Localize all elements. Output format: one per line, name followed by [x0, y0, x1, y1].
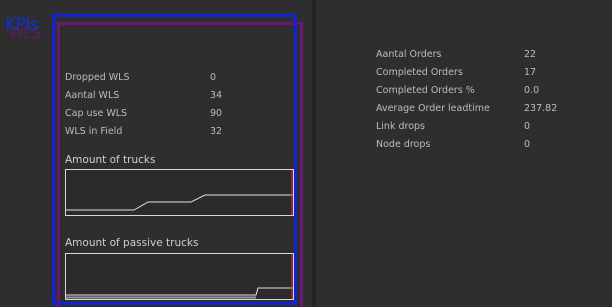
stat-label: Node drops	[376, 139, 431, 150]
kpi-panel	[316, 0, 612, 307]
stat-label: Aantal WLS	[65, 90, 120, 101]
stat-label: Completed Orders	[376, 67, 463, 78]
stat-label: Average Order leadtime	[376, 103, 490, 114]
stat-label: Aantal Orders	[376, 49, 442, 60]
amount-of-passive-trucks-plot	[66, 254, 293, 299]
stat-label: Dropped WLS	[65, 72, 130, 83]
stat-value: 22	[524, 49, 537, 60]
stat-value: 32	[210, 126, 223, 137]
stat-label: WLS in Field	[65, 126, 123, 137]
stat-value: 90	[210, 108, 223, 119]
chart-title-amount-of-passive-trucks: Amount of passive trucks	[65, 237, 199, 249]
stat-label: Completed Orders %	[376, 85, 475, 96]
trucks-series-line	[66, 194, 293, 211]
stat-label: Cap use WLS	[65, 108, 128, 119]
stat-value: 0	[524, 121, 531, 132]
amount-of-trucks-chart	[65, 169, 294, 216]
stat-value: 0	[524, 139, 531, 150]
stat-label: Link drops	[376, 121, 425, 132]
stat-value: 17	[524, 67, 537, 78]
amount-of-passive-trucks-chart	[65, 253, 294, 300]
kpi-title: KPIs	[5, 15, 39, 35]
stat-value: 237.82	[524, 103, 558, 114]
passive-trucks-series-line	[66, 287, 293, 296]
stat-value: 0	[210, 72, 217, 83]
amount-of-trucks-plot	[66, 170, 293, 215]
stat-value: 0.0	[524, 85, 540, 96]
chart-title-amount-of-trucks: Amount of trucks	[65, 154, 156, 166]
stat-value: 34	[210, 90, 223, 101]
